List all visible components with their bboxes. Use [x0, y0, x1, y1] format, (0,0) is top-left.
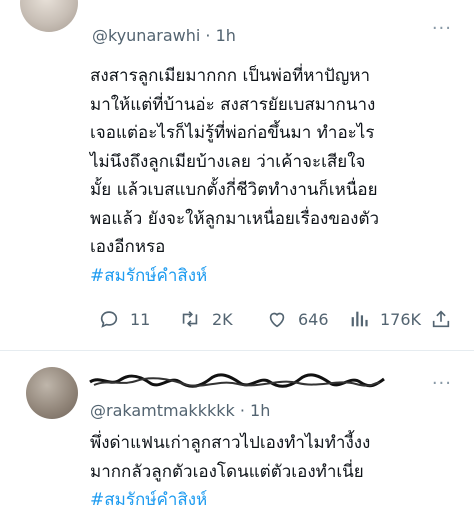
like-button[interactable]: 646 [266, 302, 329, 336]
more-icon[interactable]: ··· [432, 373, 452, 394]
tweet-text-line: พอแล้ว ยังจะให้ลูกมาเหนื่อยเรื่องของตัว [90, 208, 380, 229]
like-count: 646 [298, 309, 329, 329]
username-handle[interactable]: @rakamtmakkkkk [90, 401, 235, 420]
views-button[interactable]: 176K [348, 302, 421, 336]
retweet-count: 2K [212, 309, 233, 329]
tweet-text-line: มากกลัวลูกตัวเองโดนแต่ตัวเองทำเนี่ย [90, 461, 364, 482]
tweet-text-line: พึ่งด่าแฟนเก่าลูกสาวไปเองทำไมทำงี้งง [90, 433, 371, 453]
timestamp[interactable]: 1h [216, 26, 236, 45]
tweet-text-line: ไม่นึงถึงลูกเมียบ้างเลย ว่าเค้าจะเสียใจ [90, 151, 366, 172]
time-separator: · [205, 26, 211, 45]
username-handle[interactable]: @kyunarawhi [92, 26, 200, 45]
like-icon [269, 312, 285, 328]
tweet-text: สงสารลูกเมียมากกก เป็นพ่อที่หาปัญหา มาให… [90, 62, 462, 290]
reply-icon [100, 311, 118, 328]
hashtag-link[interactable]: #สมรักษ์คำสิงห์ [90, 486, 462, 515]
avatar[interactable] [26, 367, 78, 419]
hashtag-link[interactable]: #สมรักษ์คำสิงห์ [90, 262, 462, 291]
tweet-handle-row: @rakamtmakkkkk · 1h [90, 401, 270, 420]
more-icon[interactable]: ··· [432, 18, 452, 39]
tweet-text-line: สงสารลูกเมียมากกก เป็นพ่อที่หาปัญหา [90, 66, 371, 86]
timestamp[interactable]: 1h [250, 401, 270, 420]
avatar[interactable] [20, 0, 78, 32]
reply-count: 11 [130, 309, 151, 329]
reply-button[interactable]: 11 [98, 302, 150, 336]
time-separator: · [239, 401, 245, 420]
share-icon [432, 310, 450, 328]
views-count: 176K [380, 309, 422, 329]
tweet-text: พึ่งด่าแฟนเก่าลูกสาวไปเองทำไมทำงี้งง มาก… [90, 429, 462, 515]
retweet-icon [182, 311, 198, 327]
tweet-actions: 11 2K 646 176K [98, 302, 458, 336]
tweet-handle-row: @kyunarawhi · 1h [92, 26, 236, 45]
views-icon [351, 311, 368, 327]
tweet-text-line: มาให้แต่ที่บ้านอ่ะ สงสารยัยเบสมากนาง [90, 94, 376, 115]
tweet-text-line: เจอแต่อะไรก็ไม่รู้ที่พ่อก่อขึ้นมา ทำอะไร [90, 123, 375, 143]
redacted-name-scribble [89, 373, 385, 388]
tweet-card[interactable]: ··· @rakamtmakkkkk · 1h พึ่งด่าแฟนเก่าลู… [0, 350, 474, 522]
retweet-button[interactable]: 2K [178, 302, 233, 336]
tweet-text-line: มั้ย แล้วเบสแบกตั้งกี่ชีวิตทำงานก็เหนื่อ… [90, 180, 378, 200]
tweet-card[interactable]: @kyunarawhi · 1h ··· สงสารลูกเมียมากกก เ… [0, 0, 474, 350]
tweet-text-line: เองอีกหรอ [90, 237, 166, 257]
share-button[interactable] [430, 302, 462, 336]
